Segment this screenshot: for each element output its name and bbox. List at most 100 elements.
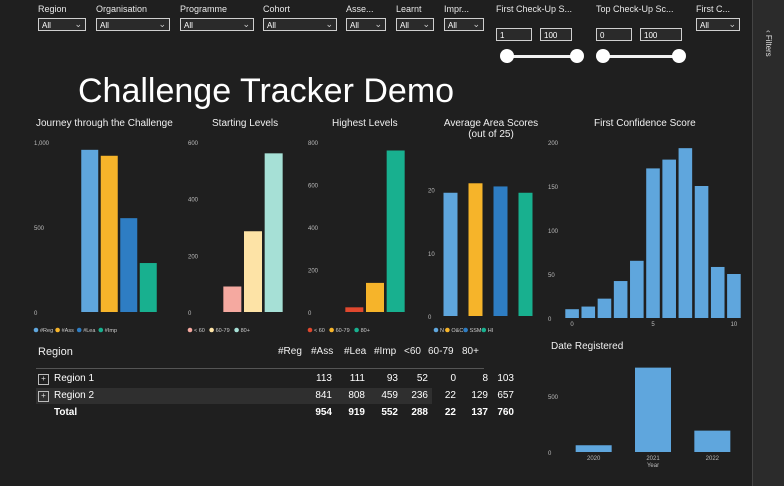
slicer-assessed[interactable]: Asse... All ⌄ bbox=[346, 4, 386, 31]
bar-6[interactable] bbox=[662, 159, 676, 318]
bar-n[interactable] bbox=[443, 192, 458, 316]
bar-80[interactable] bbox=[264, 153, 283, 312]
bar-6079[interactable] bbox=[366, 282, 384, 312]
bar-imp[interactable] bbox=[139, 263, 157, 312]
slicer-dropdown[interactable]: All ⌄ bbox=[180, 18, 254, 31]
bar-3[interactable] bbox=[613, 281, 628, 318]
range-slider-track[interactable] bbox=[508, 55, 578, 58]
filters-label: ‹ Filters bbox=[764, 30, 773, 57]
y-tick-label: 200 bbox=[188, 254, 199, 260]
chart-title-line: (out of 25) bbox=[468, 129, 514, 140]
table-row[interactable]: + Region 1 113 111 93 52 0 8 103 bbox=[36, 371, 514, 387]
bar-10[interactable] bbox=[727, 274, 741, 318]
y-tick-label: 0 bbox=[428, 315, 432, 321]
bar-8[interactable] bbox=[694, 186, 709, 318]
col-header-80plus[interactable]: 80+ bbox=[462, 346, 479, 357]
col-header-ass[interactable]: #Ass bbox=[311, 346, 333, 357]
bar-4[interactable] bbox=[630, 260, 644, 318]
col-header-reg[interactable]: #Reg bbox=[278, 346, 302, 357]
bar-80[interactable] bbox=[386, 150, 405, 313]
chart-title-starting-levels: Starting Levels bbox=[212, 118, 279, 129]
slicer-value: All bbox=[700, 21, 709, 30]
slicer-first-confidence[interactable]: First C... All ⌄ bbox=[696, 4, 740, 31]
slicer-label: First Check-Up S... bbox=[496, 4, 573, 14]
slicer-cohort[interactable]: Cohort All ⌄ bbox=[263, 4, 337, 31]
col-header-lea[interactable]: #Lea bbox=[344, 346, 366, 357]
y-tick-label: 150 bbox=[548, 185, 559, 191]
table-cell: 808 bbox=[348, 390, 365, 401]
x-tick-label: 2021 bbox=[646, 456, 660, 462]
legend-label: < 60 bbox=[194, 328, 205, 334]
slicer-dropdown[interactable]: All ⌄ bbox=[346, 18, 386, 31]
bar-lea[interactable] bbox=[120, 218, 138, 312]
chart-title-line: Average Area Scores bbox=[443, 118, 539, 129]
bar-oc[interactable] bbox=[468, 183, 483, 316]
bar-60[interactable] bbox=[223, 286, 242, 313]
bar-reg[interactable] bbox=[81, 149, 99, 312]
slicer-region[interactable]: Region All ⌄ bbox=[38, 4, 86, 31]
range-max-input[interactable]: 100 bbox=[540, 28, 572, 41]
table-title: Region bbox=[38, 346, 73, 358]
bar-60[interactable] bbox=[345, 307, 364, 312]
slicer-dropdown[interactable]: All ⌄ bbox=[263, 18, 337, 31]
bar-ssm[interactable] bbox=[493, 186, 508, 316]
bar-7[interactable] bbox=[678, 148, 693, 318]
range-slider-max-handle[interactable] bbox=[570, 49, 584, 63]
legend-marker bbox=[55, 327, 60, 333]
slicer-learnt[interactable]: Learnt All ⌄ bbox=[396, 4, 434, 31]
slicer-value: All bbox=[448, 21, 457, 30]
col-header-60-79[interactable]: 60-79 bbox=[428, 346, 454, 357]
range-slicer-top-checkup-label: Top Check-Up Sc... bbox=[596, 4, 674, 14]
bar-2020[interactable] bbox=[575, 445, 612, 452]
legend-label: 80+ bbox=[241, 328, 250, 334]
slicer-organisation[interactable]: Organisation All ⌄ bbox=[96, 4, 170, 31]
bar-ass[interactable] bbox=[100, 155, 118, 312]
filters-pane[interactable]: ‹ Filters bbox=[752, 0, 784, 486]
slicer-label: Cohort bbox=[263, 4, 291, 14]
range-min-input[interactable]: 1 bbox=[496, 28, 532, 41]
bar-2[interactable] bbox=[597, 298, 612, 318]
bar-1[interactable] bbox=[581, 306, 596, 318]
range-slider-min-handle[interactable] bbox=[500, 49, 514, 63]
chevron-down-icon: ⌄ bbox=[374, 19, 382, 29]
bar-2022[interactable] bbox=[694, 430, 731, 452]
chevron-down-icon: ⌄ bbox=[74, 19, 82, 29]
bar-9[interactable] bbox=[710, 266, 725, 318]
range-slicer-first-checkup-label: First Check-Up S... bbox=[496, 4, 572, 14]
x-tick-label: 2020 bbox=[587, 456, 601, 462]
table-cell: 760 bbox=[497, 407, 514, 418]
bar-5[interactable] bbox=[646, 168, 660, 318]
range-max-input[interactable]: 100 bbox=[640, 28, 682, 41]
range-min-input[interactable]: 0 bbox=[596, 28, 632, 41]
y-tick-label: 10 bbox=[428, 252, 435, 258]
slicer-improved[interactable]: Impr... All ⌄ bbox=[444, 4, 484, 31]
range-slider-track[interactable] bbox=[604, 55, 678, 58]
chart-title-first-confidence: First Confidence Score bbox=[594, 118, 696, 129]
slicer-dropdown[interactable]: All ⌄ bbox=[444, 18, 484, 31]
slicer-dropdown[interactable]: All ⌄ bbox=[96, 18, 170, 31]
bar-6079[interactable] bbox=[244, 231, 262, 312]
slicer-dropdown[interactable]: All ⌄ bbox=[38, 18, 86, 31]
slicer-dropdown[interactable]: All ⌄ bbox=[396, 18, 434, 31]
bar-hi[interactable] bbox=[518, 192, 533, 316]
legend-label: < 60 bbox=[314, 328, 325, 334]
legend-marker bbox=[307, 327, 313, 333]
bar-2021[interactable] bbox=[635, 367, 671, 452]
bar-0[interactable] bbox=[565, 309, 579, 318]
slicer-programme[interactable]: Programme All ⌄ bbox=[180, 4, 254, 31]
legend-label: N bbox=[440, 328, 444, 334]
table-total-row[interactable]: Total 954 919 552 288 22 137 760 bbox=[36, 405, 514, 421]
table-row[interactable]: + Region 2 841 808 459 236 22 129 657 bbox=[36, 388, 514, 404]
y-tick-label: 1,000 bbox=[34, 141, 50, 147]
range-slider-max-handle[interactable] bbox=[672, 49, 686, 63]
y-tick-label: 200 bbox=[548, 141, 559, 147]
expand-plus-icon[interactable]: + bbox=[38, 391, 49, 402]
journey-chart: 0 500 1,000 #Reg #Ass #Lea #Imp bbox=[33, 141, 157, 334]
col-header-lt60[interactable]: <60 bbox=[404, 346, 421, 357]
expand-plus-icon[interactable]: + bbox=[38, 374, 49, 385]
slicer-dropdown[interactable]: All ⌄ bbox=[696, 18, 740, 31]
table-cell: 459 bbox=[381, 390, 398, 401]
col-header-imp[interactable]: #Imp bbox=[374, 346, 396, 357]
slicer-label: Learnt bbox=[396, 4, 422, 14]
range-slider-min-handle[interactable] bbox=[596, 49, 610, 63]
